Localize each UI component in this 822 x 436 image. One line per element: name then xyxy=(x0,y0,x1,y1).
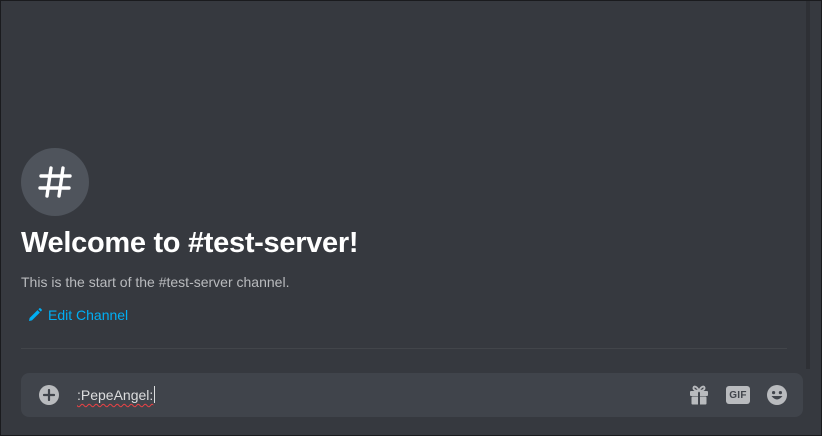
gif-button[interactable]: GIF xyxy=(726,384,750,406)
chat-window: Welcome to #test-server! This is the sta… xyxy=(0,0,822,436)
gift-button[interactable] xyxy=(687,384,711,406)
emoji-icon xyxy=(767,385,787,405)
emoji-button[interactable] xyxy=(765,384,789,406)
hash-icon xyxy=(38,166,72,198)
divider xyxy=(21,348,787,349)
pencil-icon xyxy=(29,308,42,321)
upload-button[interactable] xyxy=(39,385,59,405)
message-composer[interactable]: :PepeAngel: GIF xyxy=(21,373,803,417)
message-input[interactable]: :PepeAngel: xyxy=(77,386,156,403)
edit-channel-link[interactable]: Edit Channel xyxy=(28,307,128,323)
welcome-subtitle: This is the start of the #test-server ch… xyxy=(21,274,290,290)
channel-hash-avatar xyxy=(21,148,89,216)
scrollbar[interactable] xyxy=(806,1,810,369)
message-input-text: :PepeAngel: xyxy=(77,387,154,403)
plus-icon xyxy=(43,389,55,401)
gift-icon xyxy=(690,385,708,405)
gif-icon: GIF xyxy=(726,386,750,404)
edit-channel-label: Edit Channel xyxy=(48,307,129,323)
welcome-title: Welcome to #test-server! xyxy=(21,227,359,259)
text-caret xyxy=(154,386,156,403)
